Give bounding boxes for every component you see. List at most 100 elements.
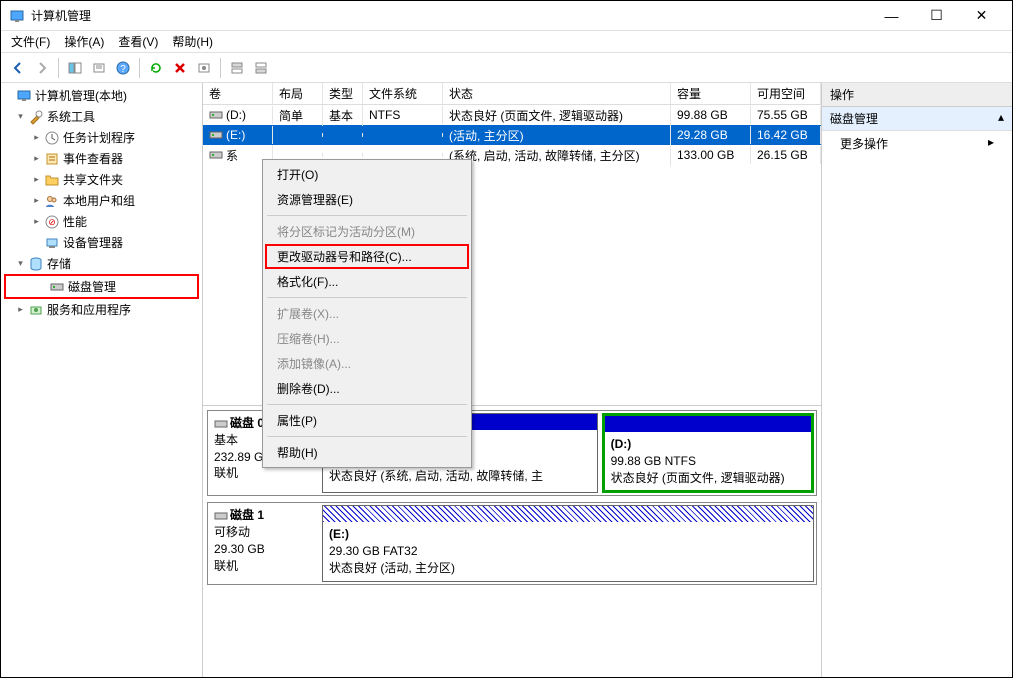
tree-label: 性能 bbox=[63, 213, 87, 230]
ctx-explorer[interactable]: 资源管理器(E) bbox=[265, 187, 469, 212]
app-icon bbox=[9, 8, 25, 24]
close-x-button[interactable] bbox=[169, 57, 191, 79]
computer-icon bbox=[16, 88, 32, 104]
col-layout[interactable]: 布局 bbox=[273, 83, 323, 104]
grid-header: 卷 布局 类型 文件系统 状态 容量 可用空间 bbox=[203, 83, 821, 105]
main-body: 计算机管理(本地) ▾ 系统工具 ▸ 任务计划程序 ▸ 事件查看器 ▸ 共享文件… bbox=[1, 83, 1012, 677]
tree-perf[interactable]: ▸ ⊘ 性能 bbox=[1, 211, 202, 232]
toolbar: ? bbox=[1, 53, 1012, 83]
chevron-up-icon: ▴ bbox=[998, 110, 1004, 127]
tree-sys-tools[interactable]: ▾ 系统工具 bbox=[1, 106, 202, 127]
tree-devmgr[interactable]: 设备管理器 bbox=[1, 232, 202, 253]
tree-event[interactable]: ▸ 事件查看器 bbox=[1, 148, 202, 169]
show-hide-button[interactable] bbox=[64, 57, 86, 79]
chevron-down-icon: ▾ bbox=[15, 111, 28, 122]
tree-shared[interactable]: ▸ 共享文件夹 bbox=[1, 169, 202, 190]
partition[interactable]: (E:)29.30 GB FAT32状态良好 (活动, 主分区) bbox=[322, 505, 814, 581]
ctx-open[interactable]: 打开(O) bbox=[265, 162, 469, 187]
options-button[interactable] bbox=[193, 57, 215, 79]
ctx-sep bbox=[267, 297, 467, 298]
disk-row: 磁盘 1可移动29.30 GB联机(E:)29.30 GB FAT32状态良好 … bbox=[207, 502, 817, 584]
folder-share-icon bbox=[44, 172, 60, 188]
chevron-right-icon: ▸ bbox=[31, 216, 44, 227]
table-row[interactable]: (E:)(活动, 主分区)29.28 GB16.42 GB bbox=[203, 125, 821, 145]
users-icon bbox=[44, 193, 60, 209]
ctx-props[interactable]: 属性(P) bbox=[265, 408, 469, 433]
tree-task[interactable]: ▸ 任务计划程序 bbox=[1, 127, 202, 148]
disk-icon bbox=[49, 279, 65, 295]
tree-label: 共享文件夹 bbox=[63, 171, 123, 188]
ctx-help[interactable]: 帮助(H) bbox=[265, 440, 469, 465]
tree-diskmgmt[interactable]: 磁盘管理 bbox=[4, 274, 199, 299]
tree-label: 服务和应用程序 bbox=[47, 301, 131, 318]
menu-view[interactable]: 查看(V) bbox=[112, 31, 164, 52]
chevron-right-icon: ▸ bbox=[988, 135, 994, 152]
actions-section-label: 磁盘管理 bbox=[830, 110, 878, 127]
drive-icon bbox=[209, 108, 223, 122]
col-cap[interactable]: 容量 bbox=[671, 83, 751, 104]
forward-button[interactable] bbox=[31, 57, 53, 79]
menu-action[interactable]: 操作(A) bbox=[58, 31, 110, 52]
tree-label: 存储 bbox=[47, 255, 71, 272]
storage-icon bbox=[28, 256, 44, 272]
menu-file[interactable]: 文件(F) bbox=[5, 31, 56, 52]
col-status[interactable]: 状态 bbox=[443, 83, 671, 104]
svg-text:?: ? bbox=[120, 64, 126, 75]
tree-label: 设备管理器 bbox=[63, 234, 123, 251]
device-icon bbox=[44, 235, 60, 251]
tree-label: 计算机管理(本地) bbox=[35, 87, 127, 104]
col-free[interactable]: 可用空间 bbox=[751, 83, 821, 104]
chevron-right-icon: ▸ bbox=[15, 304, 28, 315]
toolbar-sep bbox=[139, 58, 140, 78]
maximize-button[interactable]: ☐ bbox=[914, 1, 959, 31]
tree-label: 任务计划程序 bbox=[63, 129, 135, 146]
tree-users[interactable]: ▸ 本地用户和组 bbox=[1, 190, 202, 211]
chevron-right-icon: ▸ bbox=[31, 195, 44, 206]
ctx-delete[interactable]: 删除卷(D)... bbox=[265, 376, 469, 401]
ctx-change-letter[interactable]: 更改驱动器号和路径(C)... bbox=[265, 244, 469, 269]
ctx-format[interactable]: 格式化(F)... bbox=[265, 269, 469, 294]
toolbar-sep bbox=[58, 58, 59, 78]
properties-button[interactable] bbox=[88, 57, 110, 79]
table-row[interactable]: (D:)简单基本NTFS状态良好 (页面文件, 逻辑驱动器)99.88 GB75… bbox=[203, 105, 821, 125]
col-type[interactable]: 类型 bbox=[323, 83, 363, 104]
close-button[interactable]: ✕ bbox=[959, 1, 1004, 31]
tools-icon bbox=[28, 109, 44, 125]
view-bottom-button[interactable] bbox=[250, 57, 272, 79]
drive-icon bbox=[209, 128, 223, 142]
col-vol[interactable]: 卷 bbox=[203, 83, 273, 104]
services-icon bbox=[28, 302, 44, 318]
chevron-right-icon: ▸ bbox=[31, 153, 44, 164]
ctx-mark-active: 将分区标记为活动分区(M) bbox=[265, 219, 469, 244]
tree-root[interactable]: 计算机管理(本地) bbox=[1, 85, 202, 106]
tree-label: 事件查看器 bbox=[63, 150, 123, 167]
tree-storage[interactable]: ▾ 存储 bbox=[1, 253, 202, 274]
help-btn-icon[interactable]: ? bbox=[112, 57, 134, 79]
chevron-right-icon: ▸ bbox=[31, 132, 44, 143]
refresh-button[interactable] bbox=[145, 57, 167, 79]
ctx-sep bbox=[267, 215, 467, 216]
actions-section[interactable]: 磁盘管理 ▴ bbox=[822, 107, 1012, 131]
back-button[interactable] bbox=[7, 57, 29, 79]
menu-help[interactable]: 帮助(H) bbox=[166, 31, 219, 52]
ctx-shrink: 压缩卷(H)... bbox=[265, 326, 469, 351]
partition[interactable]: (D:)99.88 GB NTFS状态良好 (页面文件, 逻辑驱动器) bbox=[602, 413, 814, 493]
ctx-mirror: 添加镜像(A)... bbox=[265, 351, 469, 376]
context-menu: 打开(O) 资源管理器(E) 将分区标记为活动分区(M) 更改驱动器号和路径(C… bbox=[262, 159, 472, 468]
tree-label: 系统工具 bbox=[47, 108, 95, 125]
ctx-extend: 扩展卷(X)... bbox=[265, 301, 469, 326]
ctx-sep bbox=[267, 436, 467, 437]
view-top-button[interactable] bbox=[226, 57, 248, 79]
disk-icon bbox=[214, 417, 228, 431]
disk-icon bbox=[214, 509, 228, 523]
more-actions[interactable]: 更多操作 ▸ bbox=[822, 131, 1012, 156]
partition-header bbox=[605, 416, 811, 432]
col-fs[interactable]: 文件系统 bbox=[363, 83, 443, 104]
drive-icon bbox=[209, 148, 223, 162]
event-icon bbox=[44, 151, 60, 167]
partition-header bbox=[323, 506, 813, 522]
minimize-button[interactable]: — bbox=[869, 1, 914, 31]
tree-services[interactable]: ▸ 服务和应用程序 bbox=[1, 299, 202, 320]
tree-label: 本地用户和组 bbox=[63, 192, 135, 209]
window-title: 计算机管理 bbox=[31, 7, 869, 24]
